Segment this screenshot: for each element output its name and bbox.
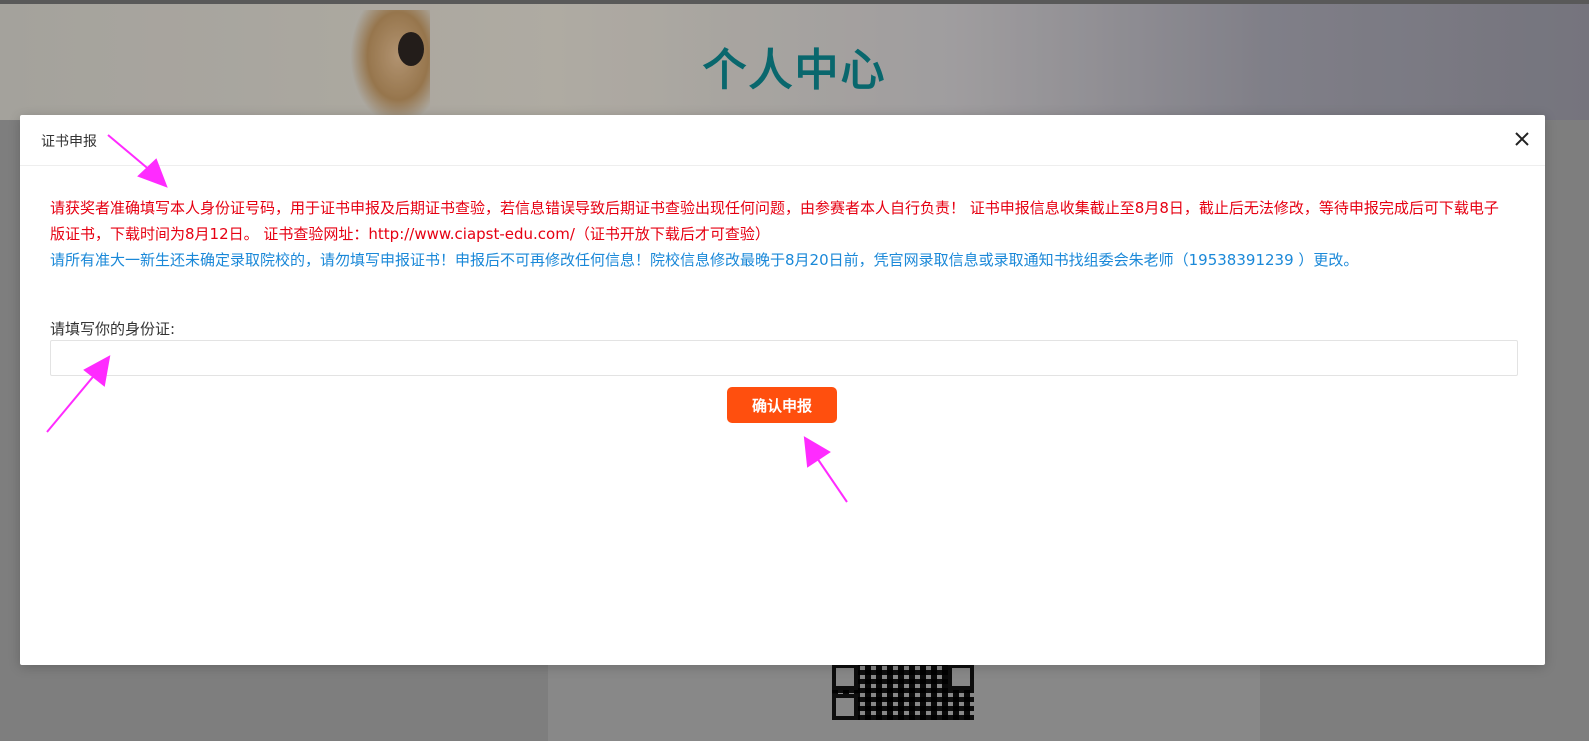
confirm-submit-button[interactable]: 确认申报: [727, 387, 837, 423]
dialog-header: 证书申报: [20, 115, 1545, 166]
certificate-dialog: 证书申报 请获奖者准确填写本人身份证号码，用于证书申报及后期证书查验，若信息错误…: [20, 115, 1545, 665]
id-number-input[interactable]: [50, 340, 1518, 376]
notice-text: 请获奖者准确填写本人身份证号码，用于证书申报及后期证书查验，若信息错误导致后期证…: [50, 195, 1510, 273]
dialog-title: 证书申报: [41, 134, 97, 150]
notice-red-text: 请获奖者准确填写本人身份证号码，用于证书申报及后期证书查验，若信息错误导致后期证…: [50, 199, 1499, 243]
id-field-label: 请填写你的身份证:: [50, 320, 176, 338]
close-icon[interactable]: [1510, 127, 1534, 151]
notice-blue-text: 请所有准大一新生还未确定录取院校的，请勿填写申报证书！申报后不可再修改任何信息！…: [50, 251, 1359, 269]
